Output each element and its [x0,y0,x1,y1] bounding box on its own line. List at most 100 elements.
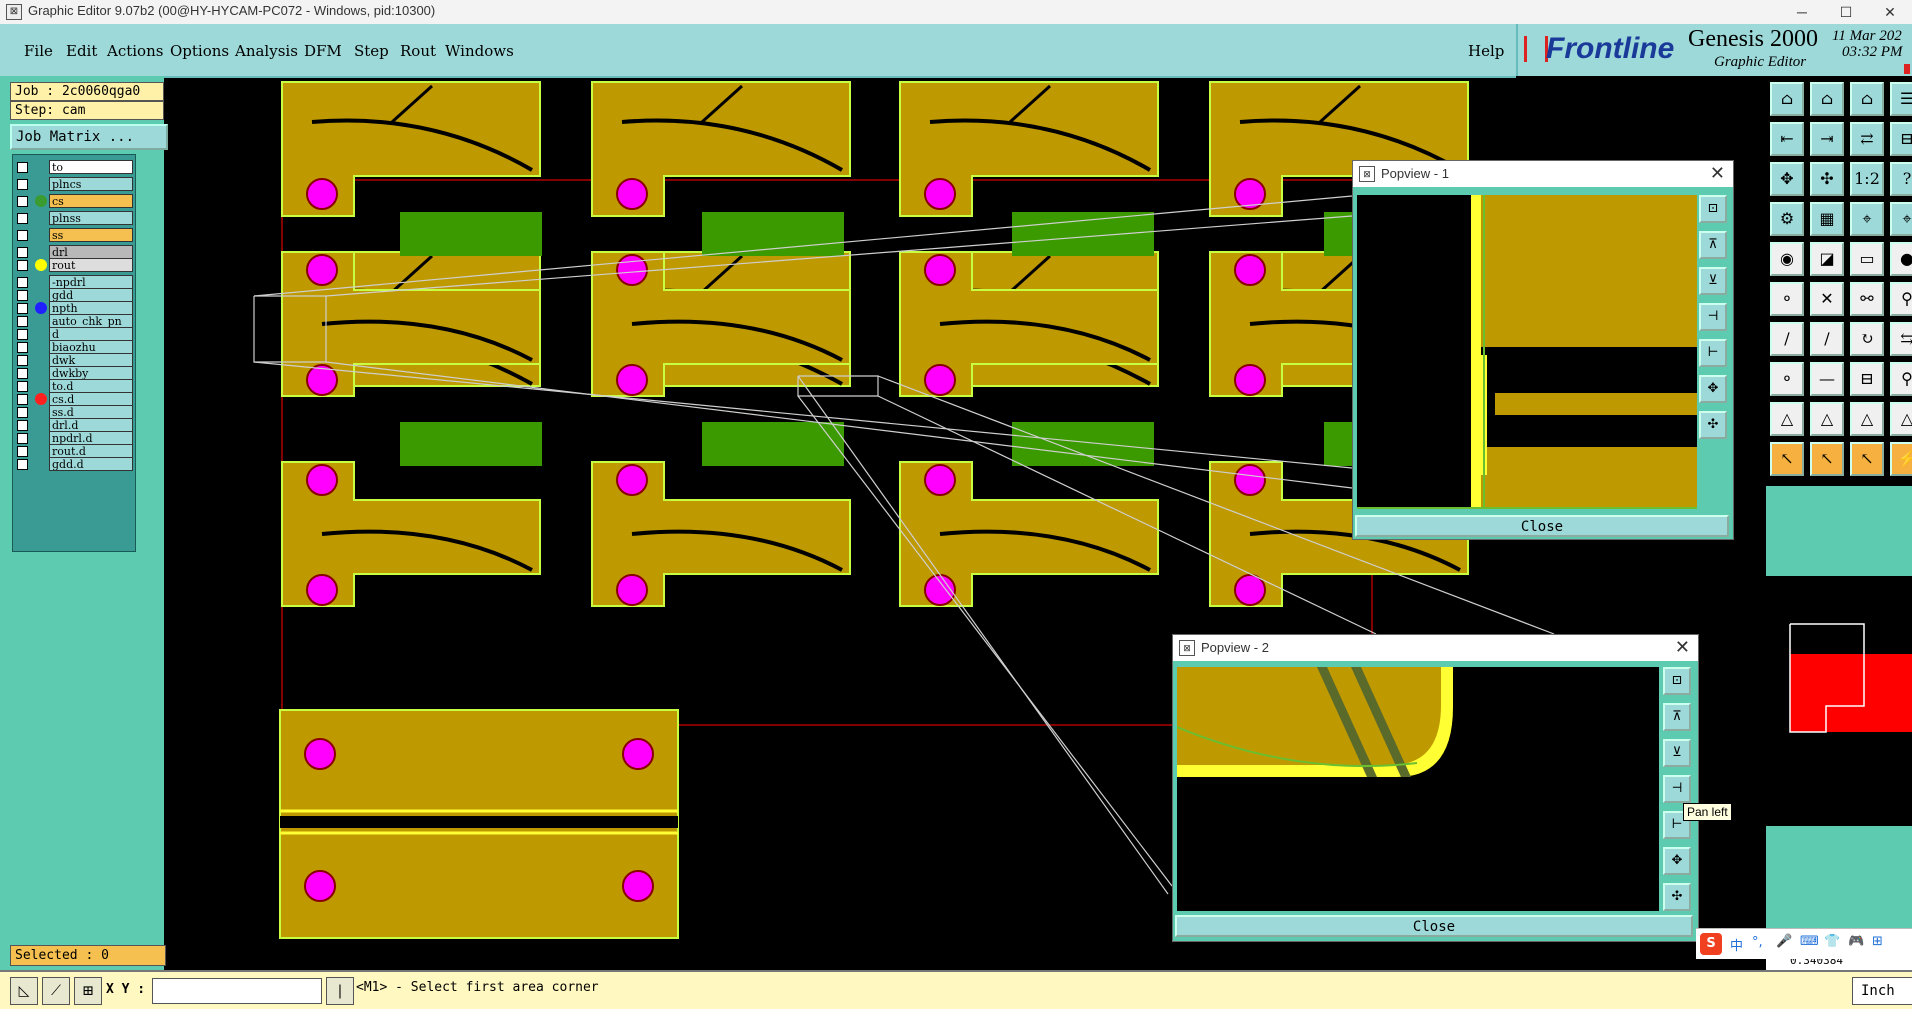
zoom-out-icon[interactable]: ✥ [1699,375,1727,403]
grid-button[interactable]: ⊞ [74,977,102,1005]
layer-checkbox[interactable] [17,213,28,224]
popview-1-close-button[interactable]: Close [1355,515,1729,537]
menu-actions[interactable]: Actions [107,42,163,60]
popview-2-close-icon[interactable]: ✕ [1675,637,1690,658]
microphone-icon[interactable]: 🎤 [1776,934,1792,949]
layer-row-to[interactable]: to [13,159,135,175]
fill-tool-icon[interactable]: ● [1890,242,1912,276]
triangle4-tool-icon[interactable]: △ [1890,402,1912,436]
measure-button[interactable]: ⟋ [42,977,70,1005]
ime-punctuation-icon[interactable]: °, [1752,935,1763,950]
zoom-out-icon[interactable]: ✥ [1663,847,1691,875]
minimize-button[interactable]: ─ [1780,0,1824,24]
find-tool-icon[interactable]: ⚲ [1890,362,1912,396]
search-tool-icon[interactable]: ⚲ [1890,282,1912,316]
popview-2-close-button[interactable]: Close [1175,915,1693,937]
color-tool-icon[interactable]: ◪ [1810,242,1844,276]
close-window-button[interactable]: ✕ [1868,0,1912,24]
resize-tool-icon[interactable]: ⊟ [1850,362,1884,396]
swap-tool-icon[interactable]: ⇄ [1850,122,1884,156]
skin-icon[interactable]: 👕 [1824,934,1840,949]
help-tool-icon[interactable]: ? [1890,162,1912,196]
node-tool-icon[interactable]: ⚬ [1770,282,1804,316]
pan-left-icon[interactable]: ⊣ [1663,775,1691,803]
pan-right-tool-icon[interactable]: ⇥ [1810,122,1844,156]
ime-chinese-toggle[interactable]: 中 [1730,935,1743,954]
pan-down-icon[interactable]: ⊻ [1699,267,1727,295]
home2-tool-icon[interactable]: ⌂ [1810,82,1844,116]
rotate-tool-icon[interactable]: ↻ [1850,322,1884,356]
layer-name[interactable]: plnss [49,211,133,225]
center-tool-icon[interactable]: ✣ [1810,162,1844,196]
snap-tool-icon[interactable]: ⌖ [1850,202,1884,236]
layer-row-rout[interactable]: rout [13,257,135,273]
menu-options[interactable]: Options [170,42,229,60]
units-select[interactable]: Inch [1852,977,1912,1005]
pan-down-icon[interactable]: ⊻ [1663,739,1691,767]
menu-edit[interactable]: Edit [66,42,97,60]
layer-checkbox[interactable] [17,162,28,173]
zoom-in-icon[interactable]: ✣ [1699,411,1727,439]
pan-up-icon[interactable]: ⊼ [1699,231,1727,259]
mirror-tool-icon[interactable]: ⇆ [1890,322,1912,356]
layer-name[interactable]: to [49,160,133,174]
fit-tool-icon[interactable]: ✥ [1770,162,1804,196]
line-tool-icon[interactable]: ∕ [1770,322,1804,356]
menu-help[interactable]: Help [1468,42,1504,60]
popview-2-canvas[interactable] [1177,667,1659,911]
layer-name[interactable]: ss [49,228,133,242]
layer-name[interactable]: rout [49,258,133,272]
layer-checkbox[interactable] [17,196,28,207]
record-tool-icon[interactable]: ◉ [1770,242,1804,276]
job-matrix-button[interactable]: Job Matrix ... [10,124,168,150]
menu-rout[interactable]: Rout [400,42,436,60]
layer-row-gdd-d[interactable]: gdd.d [13,456,135,472]
select3-tool-icon[interactable]: ↖ [1850,442,1884,476]
pan-left-tool-icon[interactable]: ⇤ [1770,122,1804,156]
select-tool-icon[interactable]: ↖ [1770,442,1804,476]
zoom-fit-icon[interactable]: ⊡ [1663,667,1691,695]
xy-enter-button[interactable]: | [326,977,354,1005]
keyboard-icon[interactable]: ⌨ [1800,934,1819,949]
layer-checkbox[interactable] [17,459,28,470]
node2-tool-icon[interactable]: ⚬ [1770,362,1804,396]
ruler-tool-icon[interactable]: ▭ [1850,242,1884,276]
line2-tool-icon[interactable]: ∕ [1810,322,1844,356]
layer-checkbox[interactable] [17,179,28,190]
overview-map[interactable] [1766,576,1912,906]
layer-name[interactable]: plncs [49,177,133,191]
layer-row-ss[interactable]: ss [13,227,135,243]
ime-logo-icon[interactable]: S [1700,933,1722,955]
home-tool-icon[interactable]: ⌂ [1770,82,1804,116]
pan-left-icon[interactable]: ⊣ [1699,303,1727,331]
menu-analysis[interactable]: Analysis [235,42,298,60]
grid-tool-icon[interactable]: ▦ [1810,202,1844,236]
settings-tool-icon[interactable]: ⚙ [1770,202,1804,236]
menu-file[interactable]: File [24,42,53,60]
pan-up-icon[interactable]: ⊼ [1663,703,1691,731]
toolbox-icon[interactable]: ⊞ [1872,934,1883,949]
popview-1-canvas[interactable] [1357,195,1697,509]
xy-input[interactable] [152,978,322,1004]
layer-row-cs[interactable]: cs [13,193,135,209]
menu-dfm[interactable]: DFM [304,42,342,60]
zoom-fit-icon[interactable]: ⊡ [1699,195,1727,223]
link-tool-icon[interactable]: ⚯ [1850,282,1884,316]
layer-checkbox[interactable] [17,230,28,241]
menu-tool-icon[interactable]: ☰ [1890,82,1912,116]
popview-1-close-icon[interactable]: ✕ [1710,163,1725,184]
snap2-tool-icon[interactable]: ⌖ [1890,202,1912,236]
snap-mode-button[interactable]: ◺ [10,977,38,1005]
triangle2-tool-icon[interactable]: △ [1810,402,1844,436]
layer-row-plncs[interactable]: plncs [13,176,135,192]
triangle-tool-icon[interactable]: △ [1770,402,1804,436]
pan-right-icon[interactable]: ⊢ [1699,339,1727,367]
layer-name[interactable]: cs [49,194,133,208]
hline-tool-icon[interactable]: — [1810,362,1844,396]
zoom-in-icon[interactable]: ✣ [1663,883,1691,911]
layer-row-plnss[interactable]: plnss [13,210,135,226]
layer-checkbox[interactable] [17,260,28,271]
delete-tool-icon[interactable]: ✕ [1810,282,1844,316]
flash-tool-icon[interactable]: ⚡ [1890,442,1912,476]
layer-name[interactable]: gdd.d [49,457,133,471]
